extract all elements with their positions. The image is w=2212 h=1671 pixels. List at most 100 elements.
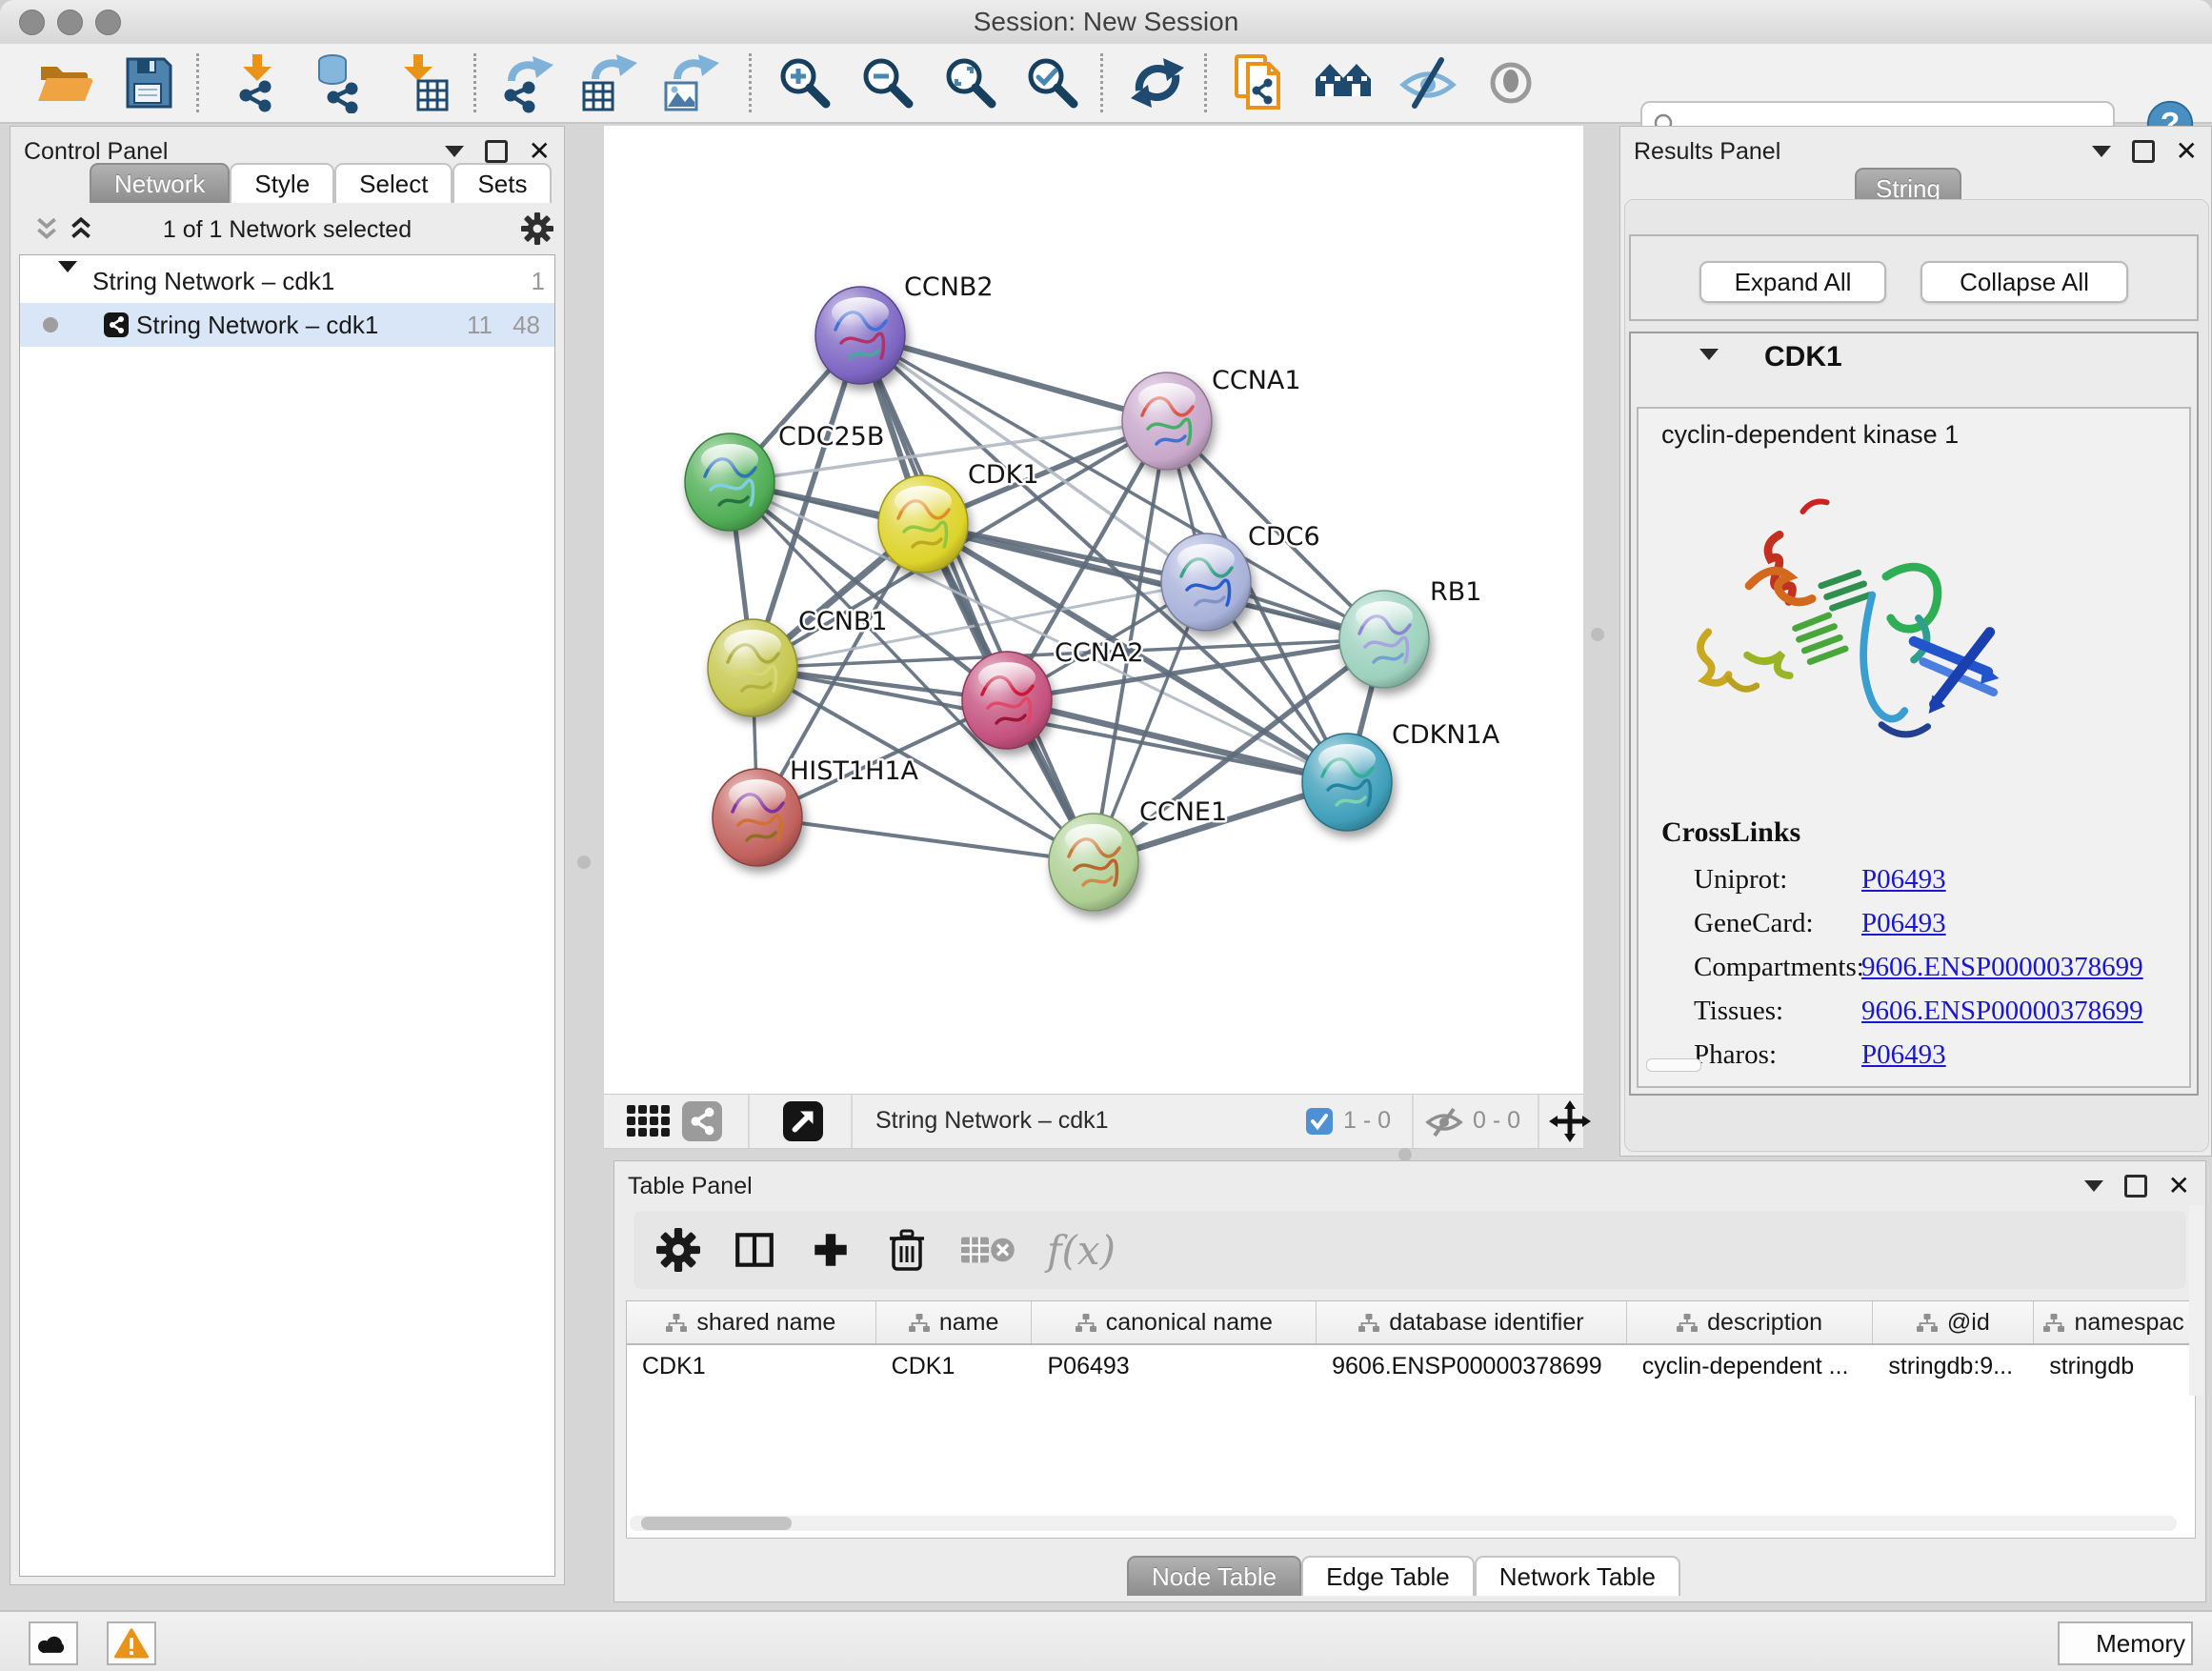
tab-node-table[interactable]: Node Table xyxy=(1127,1556,1301,1596)
right-splitter-handle[interactable] xyxy=(1591,628,1604,641)
results-scrollbar-thumb[interactable] xyxy=(1646,1058,1701,1072)
column-header-description[interactable]: description xyxy=(1627,1301,1874,1343)
float-panel-icon[interactable] xyxy=(485,140,508,163)
table-horizontal-scrollbar[interactable] xyxy=(630,1516,2177,1531)
memory-button[interactable]: Memory xyxy=(2058,1621,2193,1665)
bottom-splitter-handle[interactable] xyxy=(1398,1148,1412,1161)
table-cell-canonical-name[interactable]: P06493 xyxy=(1032,1345,1317,1387)
table-settings-button[interactable] xyxy=(654,1225,702,1275)
tree-expand-icon[interactable] xyxy=(58,272,77,302)
import-network-database-button[interactable] xyxy=(307,51,370,114)
crosslink-uniprot[interactable]: P06493 xyxy=(1861,864,1946,896)
collapse-entry-icon[interactable] xyxy=(1699,349,1719,360)
table-cell-database-identifier[interactable]: 9606.ENSP00000378699 xyxy=(1317,1345,1627,1387)
open-session-button[interactable] xyxy=(33,51,96,114)
network-node-HIST1H1A[interactable] xyxy=(713,769,802,866)
zoom-fit-button[interactable] xyxy=(939,51,1002,114)
collapse-all-button[interactable]: Collapse All xyxy=(1920,261,2128,303)
column-header-name[interactable]: name xyxy=(876,1301,1033,1343)
first-neighbors-button[interactable] xyxy=(1313,51,1376,114)
table-cell-shared-name[interactable]: CDK1 xyxy=(627,1345,876,1387)
fit-selected-crosshair-icon[interactable] xyxy=(1549,1100,1591,1142)
network-node-CCNB1[interactable] xyxy=(708,619,797,716)
network-node-CDK1[interactable] xyxy=(878,475,968,573)
table-cell-id[interactable]: stringdb:9... xyxy=(1873,1345,2034,1387)
tab-sets[interactable]: Sets xyxy=(452,163,552,203)
hidden-eye-slash-icon[interactable] xyxy=(1425,1107,1463,1137)
save-session-button[interactable] xyxy=(116,51,179,114)
scrollbar-thumb[interactable] xyxy=(641,1517,792,1530)
delete-column-button[interactable] xyxy=(883,1225,931,1275)
tab-edge-table[interactable]: Edge Table xyxy=(1301,1556,1475,1596)
export-table-button[interactable] xyxy=(577,51,640,114)
crosslink-genecard[interactable]: P06493 xyxy=(1861,908,1946,939)
gear-icon[interactable] xyxy=(521,212,553,245)
cloud-status-button[interactable] xyxy=(29,1621,78,1665)
table-cell-description[interactable]: cyclin-dependent ... xyxy=(1627,1345,1874,1387)
node-label-HIST1H1A: HIST1H1A xyxy=(790,756,919,786)
export-image-button[interactable] xyxy=(659,51,722,114)
clone-network-button[interactable] xyxy=(1228,51,1291,114)
update-network-button[interactable] xyxy=(1126,51,1189,114)
network-overview-icon[interactable] xyxy=(682,1101,722,1141)
crosslink-compartments[interactable]: 9606.ENSP00000378699 xyxy=(1861,952,2143,983)
grid-view-icon[interactable] xyxy=(627,1105,671,1137)
network-node-CDC25B[interactable] xyxy=(685,433,774,531)
show-columns-button[interactable] xyxy=(731,1225,778,1275)
export-network-button[interactable] xyxy=(495,51,558,114)
show-all-button[interactable] xyxy=(1479,51,1542,114)
hierarchy-icon xyxy=(1677,1314,1698,1332)
zoom-in-button[interactable] xyxy=(774,51,836,114)
network-collection-row[interactable]: String Network – cdk1 1 xyxy=(20,259,554,303)
clone-network-icon xyxy=(1229,52,1290,113)
close-panel-icon[interactable]: ✕ xyxy=(529,142,551,161)
collection-label: String Network – cdk1 xyxy=(92,267,334,296)
panel-menu-icon[interactable] xyxy=(2092,146,2111,157)
column-header-id[interactable]: @id xyxy=(1873,1301,2034,1343)
network-node-RB1[interactable] xyxy=(1339,591,1429,688)
column-header-canonical-name[interactable]: canonical name xyxy=(1032,1301,1317,1343)
zoom-selected-button[interactable] xyxy=(1021,51,1084,114)
hide-selected-button[interactable] xyxy=(1397,51,1459,114)
network-node-CCNA2[interactable] xyxy=(962,652,1052,749)
tab-network-table[interactable]: Network Table xyxy=(1475,1556,1680,1596)
table-vertical-scrollbar[interactable] xyxy=(2189,1205,2203,1396)
create-column-button[interactable] xyxy=(807,1225,855,1275)
import-table-file-button[interactable] xyxy=(391,51,453,114)
column-header-database-identifier[interactable]: database identifier xyxy=(1317,1301,1627,1343)
crosslink-pharos[interactable]: P06493 xyxy=(1861,1039,1946,1071)
crosslink-tissues[interactable]: 9606.ENSP00000378699 xyxy=(1861,996,2143,1027)
close-panel-icon[interactable]: ✕ xyxy=(2168,1177,2190,1196)
panel-menu-icon[interactable] xyxy=(2084,1180,2103,1192)
table-row[interactable]: CDK1CDK1P064939606.ENSP00000378699cyclin… xyxy=(627,1345,2195,1387)
expand-all-button[interactable]: Expand All xyxy=(1699,261,1886,303)
network-row-selected[interactable]: String Network – cdk1 11 48 xyxy=(20,303,554,347)
network-node-CCNB2[interactable] xyxy=(815,287,905,384)
column-header-shared-name[interactable]: shared name xyxy=(627,1301,876,1343)
table-cell-namespac[interactable]: stringdb xyxy=(2034,1345,2195,1387)
network-canvas[interactable]: CCNB2CCNA1CDC25BCDK1CDC6RB1CCNB1CCNA2CDK… xyxy=(604,126,1583,1094)
network-edge-ccne1-hist1h1a[interactable] xyxy=(757,817,1094,862)
node-table: shared namenamecanonical namedatabase id… xyxy=(626,1300,2196,1539)
warnings-button[interactable] xyxy=(107,1621,156,1665)
panel-menu-icon[interactable] xyxy=(445,146,464,157)
float-panel-icon[interactable] xyxy=(2132,140,2155,163)
selected-checkbox-icon[interactable] xyxy=(1306,1108,1333,1135)
tab-style[interactable]: Style xyxy=(230,163,334,203)
float-panel-icon[interactable] xyxy=(2124,1175,2147,1198)
table-cell-name[interactable]: CDK1 xyxy=(876,1345,1033,1387)
tab-select[interactable]: Select xyxy=(334,163,452,203)
import-network-file-button[interactable] xyxy=(226,51,289,114)
close-panel-icon[interactable]: ✕ xyxy=(2176,142,2198,161)
network-node-CDKN1A[interactable] xyxy=(1302,734,1392,831)
column-header-namespac[interactable]: namespac xyxy=(2034,1301,2195,1343)
tab-network[interactable]: Network xyxy=(90,163,230,203)
zoom-out-button[interactable] xyxy=(856,51,919,114)
network-node-CCNA1[interactable] xyxy=(1122,372,1212,470)
window-title: Session: New Session xyxy=(0,0,2212,44)
gene-entry-header[interactable]: CDK1 xyxy=(1631,333,2197,375)
network-node-CCNE1[interactable] xyxy=(1049,814,1138,911)
open-in-window-icon[interactable] xyxy=(783,1101,823,1141)
left-splitter-handle[interactable] xyxy=(577,856,591,869)
network-node-CDC6[interactable] xyxy=(1161,534,1251,631)
